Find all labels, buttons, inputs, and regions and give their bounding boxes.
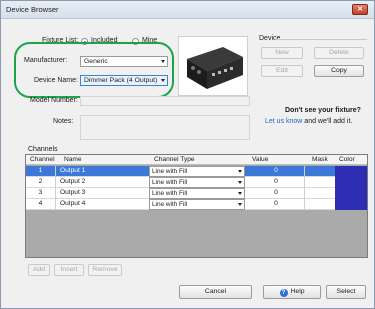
chevron-down-icon <box>238 203 242 206</box>
add-button[interactable]: Add <box>28 264 50 276</box>
device-name-label: Device Name: <box>34 77 78 84</box>
chevron-down-icon <box>238 170 242 173</box>
channels-table: Channel Name Channel Type Value Mask Col… <box>25 154 368 258</box>
let-us-know-link[interactable]: Let us know <box>265 118 302 125</box>
fixture-image <box>178 36 248 96</box>
channel-type-value: Line with Fill <box>152 201 188 208</box>
chevron-down-icon <box>238 181 242 184</box>
channel-color-swatch[interactable] <box>335 188 367 199</box>
notes-field[interactable] <box>80 115 250 140</box>
table-row[interactable]: 1 Output 1 Line with Fill 0 <box>26 166 367 177</box>
cancel-button[interactable]: Cancel <box>179 285 252 299</box>
channel-color-swatch[interactable] <box>335 177 367 188</box>
device-name-select[interactable]: Dimmer Pack (4 Output) <box>80 75 168 86</box>
remove-button[interactable]: Remove <box>88 264 122 276</box>
channel-mask[interactable] <box>307 199 333 210</box>
select-button[interactable]: Select <box>326 285 366 299</box>
channel-value[interactable]: 0 <box>248 199 305 210</box>
column-channel: Channel <box>30 156 55 163</box>
channels-label: Channels <box>28 146 58 153</box>
close-button[interactable]: ✕ <box>352 4 368 15</box>
channel-type-value: Line with Fill <box>152 179 188 186</box>
model-number-label: Model Number: <box>30 97 78 104</box>
channel-mask[interactable] <box>307 166 333 177</box>
channel-name[interactable]: Output 3 <box>60 188 145 199</box>
notes-label: Notes: <box>53 118 74 125</box>
channel-mask[interactable] <box>307 177 333 188</box>
model-number-field[interactable] <box>80 96 250 106</box>
channel-color-swatch[interactable] <box>335 166 367 177</box>
chevron-down-icon <box>238 192 242 195</box>
manufacturer-select[interactable]: Generic <box>80 56 168 67</box>
column-channel-type: Channel Type <box>154 156 195 163</box>
channel-number: 1 <box>26 166 56 177</box>
help-icon: ? <box>279 289 288 297</box>
device-browser-window: Device Browser ✕ Fixture List: Included … <box>0 0 375 309</box>
channel-type-select[interactable]: Line with Fill <box>149 166 245 177</box>
delete-button[interactable]: Delete <box>314 47 364 59</box>
missing-fixture-rest: and we'll add it. <box>302 118 353 125</box>
channel-type-select[interactable]: Line with Fill <box>149 177 245 188</box>
new-button[interactable]: New <box>261 47 303 59</box>
channel-name[interactable]: Output 2 <box>60 177 145 188</box>
missing-fixture-headline: Don't see your fixture? <box>285 107 361 114</box>
missing-fixture-text: Let us know and we'll add it. <box>265 118 352 125</box>
channel-value[interactable]: 0 <box>248 177 305 188</box>
chevron-down-icon <box>161 79 165 82</box>
device-group-divider <box>275 39 367 40</box>
channel-color-swatch[interactable] <box>335 199 367 210</box>
table-header: Channel Name Channel Type Value Mask Col… <box>26 155 367 165</box>
device-name-value: Dimmer Pack (4 Output) <box>84 77 158 84</box>
column-name: Name <box>64 156 82 163</box>
channel-name[interactable]: Output 4 <box>60 199 145 210</box>
table-row[interactable]: 3 Output 3 Line with Fill 0 <box>26 188 367 199</box>
insert-button[interactable]: Insert <box>54 264 84 276</box>
channel-type-value: Line with Fill <box>152 168 188 175</box>
channel-type-value: Line with Fill <box>152 190 188 197</box>
edit-button[interactable]: Edit <box>261 65 303 77</box>
channel-mask[interactable] <box>307 188 333 199</box>
channel-number: 2 <box>26 177 56 188</box>
dimmer-pack-icon <box>187 47 243 89</box>
manufacturer-value: Generic <box>84 58 108 65</box>
title-bar: Device Browser ✕ <box>1 1 374 19</box>
channel-number: 4 <box>26 199 56 210</box>
channel-number: 3 <box>26 188 56 199</box>
manufacturer-label: Manufacturer: <box>24 57 68 64</box>
table-row[interactable]: 4 Output 4 Line with Fill 0 <box>26 199 367 210</box>
column-mask: Mask <box>312 156 328 163</box>
chevron-down-icon <box>161 60 165 63</box>
help-button[interactable]: ? Help <box>263 285 321 299</box>
channel-value[interactable]: 0 <box>248 166 305 177</box>
channel-type-select[interactable]: Line with Fill <box>149 188 245 199</box>
channel-type-select[interactable]: Line with Fill <box>149 199 245 210</box>
highlight-ring <box>14 42 174 98</box>
channel-value[interactable]: 0 <box>248 188 305 199</box>
column-value: Value <box>252 156 269 163</box>
copy-button[interactable]: Copy <box>314 65 364 77</box>
channel-name[interactable]: Output 1 <box>60 166 145 177</box>
table-row[interactable]: 2 Output 2 Line with Fill 0 <box>26 177 367 188</box>
window-title: Device Browser <box>6 5 59 14</box>
column-color: Color <box>339 156 355 163</box>
help-label: Help <box>290 288 305 295</box>
